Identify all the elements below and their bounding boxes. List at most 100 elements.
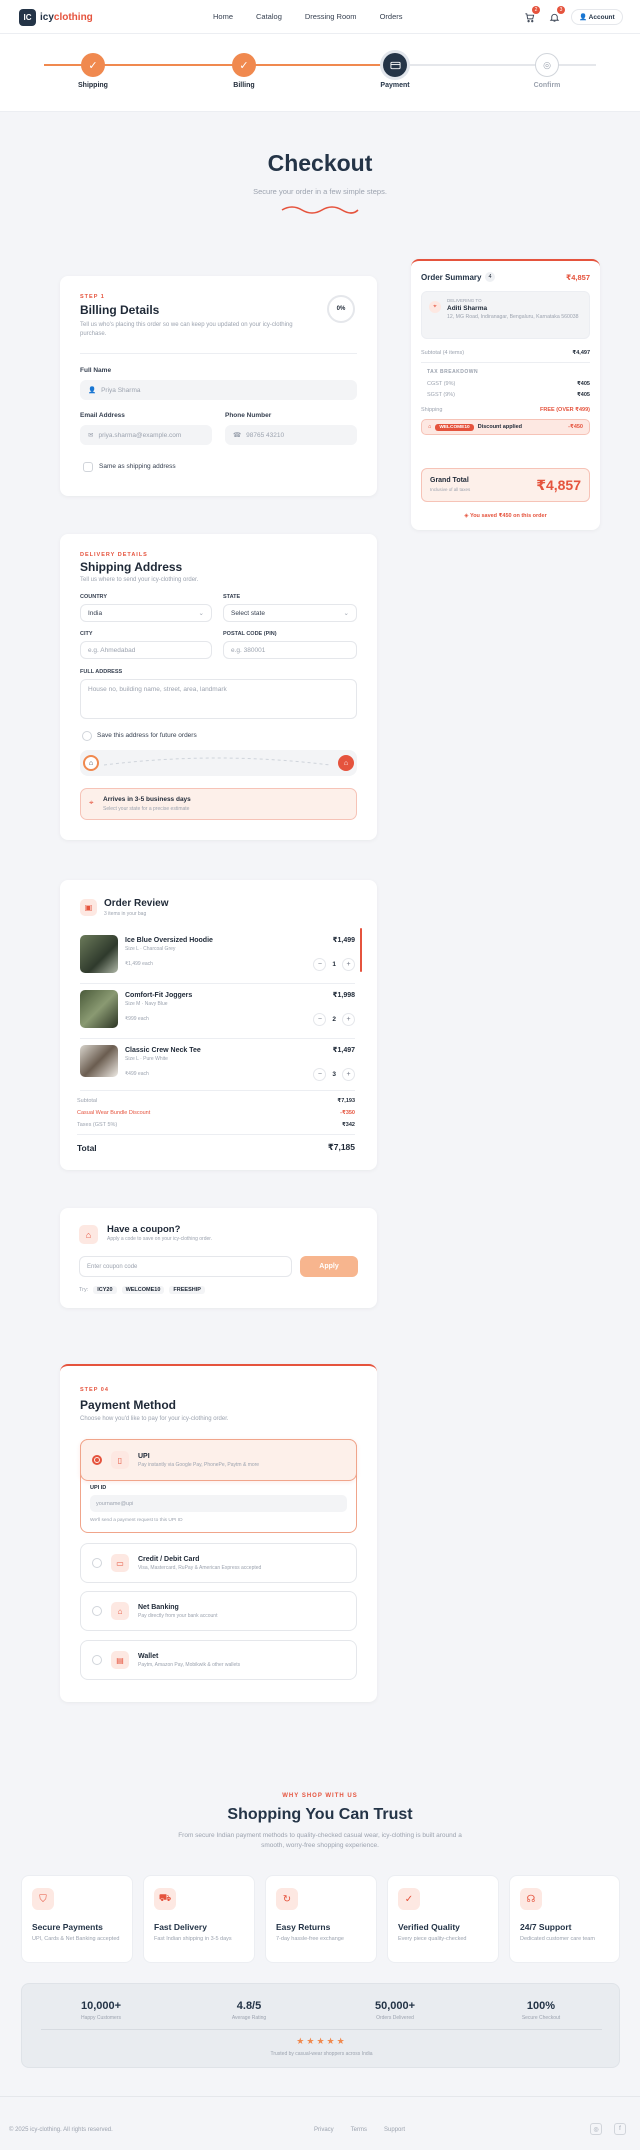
coupon-chip[interactable]: FREESHIP — [169, 1286, 205, 1294]
bundle-discount-label: Casual Wear Bundle Discount — [77, 1110, 151, 1116]
upi-option-wrapper: ▯ UPI Pay instantly via Google Pay, Phone… — [80, 1439, 357, 1533]
upi-id-input[interactable]: yourname@upi — [90, 1495, 347, 1512]
review-subtotal-row: Subtotal ₹7,193 — [77, 1098, 355, 1104]
summary-total-top: ₹4,857 — [566, 273, 590, 282]
chevron-down-icon: ⌄ — [343, 610, 349, 617]
increase-button[interactable]: + — [342, 958, 355, 971]
quantity-stepper: −2 + — [313, 1013, 355, 1026]
check-icon: ✓ — [239, 59, 249, 72]
product-image-hoodie — [80, 935, 118, 973]
check-shield-icon: ✓ — [398, 1888, 420, 1910]
footer-link-support[interactable]: Support — [384, 2127, 405, 2133]
shipping-row: Shipping FREE (OVER ₹499) — [421, 407, 590, 413]
feature-title: Easy Returns — [276, 1922, 331, 1932]
increase-button[interactable]: + — [342, 1013, 355, 1026]
coupon-chip[interactable]: ICY20 — [93, 1286, 117, 1294]
country-select[interactable]: India ⌄ — [80, 604, 212, 622]
nav-home[interactable]: Home — [213, 12, 233, 21]
divider — [80, 1038, 355, 1039]
stat-label: Average Rating — [231, 2015, 267, 2021]
email-input[interactable]: ✉ priya.sharma@example.com — [80, 425, 212, 445]
payment-option-wallet[interactable]: ▤ Wallet Paytm, Amazon Pay, Mobikwik & ot… — [80, 1640, 357, 1680]
city-input[interactable]: e.g. Ahmedabad — [80, 641, 212, 659]
review-subtitle: 3 items in your bag — [104, 911, 147, 917]
stat-label: Secure Checkout — [521, 2015, 561, 2021]
item-unit-price: ₹1,499 each — [125, 961, 153, 967]
radio-unselected[interactable] — [92, 1558, 102, 1568]
location-pin-icon: ⌖ — [89, 798, 94, 807]
brand-name: icyclothing — [40, 12, 93, 23]
cgst-row: CGST (9%) ₹405 — [427, 381, 590, 387]
coupon-input[interactable]: Enter coupon code — [79, 1256, 292, 1277]
user-icon: 👤 — [579, 14, 589, 21]
nav-orders[interactable]: Orders — [380, 12, 403, 21]
billing-card: STEP 1 Billing Details Tell us who's pla… — [60, 276, 377, 496]
step-payment-active[interactable] — [383, 53, 407, 77]
nav-dressing-room[interactable]: Dressing Room — [305, 12, 357, 21]
billing-eyebrow: STEP 1 — [80, 294, 105, 300]
stat-label: Orders Delivered — [376, 2015, 414, 2021]
decrease-button[interactable]: − — [313, 1068, 327, 1081]
billing-progress-ring: 0% — [327, 295, 355, 323]
footer-link-privacy[interactable]: Privacy — [314, 2127, 334, 2133]
item-quantity: 2 — [332, 1016, 336, 1023]
account-label: Account — [588, 14, 615, 21]
quantity-stepper: −3 + — [313, 1068, 355, 1081]
phone-placeholder: 98765 43210 — [246, 431, 285, 439]
star-icon: ★ — [326, 2036, 337, 2046]
tag-icon: ⌂ — [79, 1225, 98, 1244]
instagram-icon[interactable]: ◎ — [590, 2123, 602, 2135]
step-shipping-done[interactable]: ✓ — [81, 53, 105, 77]
logo[interactable]: IC icyclothing — [19, 9, 93, 26]
full-name-label: Full Name — [80, 367, 112, 374]
stat-label: Happy Customers — [80, 2015, 121, 2021]
step-confirm-pending[interactable]: ◎ — [535, 53, 559, 77]
apply-coupon-button[interactable]: Apply — [300, 1256, 358, 1277]
radio-selected[interactable] — [92, 1455, 102, 1465]
trust-title: Shopping You Can Trust — [227, 1806, 413, 1823]
save-address-checkbox[interactable] — [82, 731, 92, 741]
divider — [77, 1134, 355, 1135]
bag-icon: ▣ — [80, 899, 97, 916]
feature-title: Verified Quality — [398, 1922, 460, 1932]
feature-card: ✓ Verified Quality Every piece quality-c… — [387, 1875, 499, 1963]
coupon-chip[interactable]: WELCOME10 — [121, 1286, 165, 1294]
stat: 10,000+ Happy Customers — [41, 2000, 161, 2021]
header-actions: 2 3 👤 Account — [521, 6, 623, 25]
product-image-joggers — [80, 990, 118, 1028]
address-textarea[interactable]: House no, building name, street, area, l… — [80, 679, 357, 719]
item-quantity: 1 — [332, 961, 336, 968]
stat-value: 4.8/5 — [236, 2000, 262, 2012]
radio-unselected[interactable] — [92, 1655, 102, 1665]
increase-button[interactable]: + — [342, 1068, 355, 1081]
step-billing-done[interactable]: ✓ — [232, 53, 256, 77]
feature-desc: UPI, Cards & Net Banking accepted — [32, 1936, 120, 1942]
scrollbar-thumb[interactable] — [360, 928, 362, 972]
deliver-to-label: DELIVERING TO — [447, 298, 482, 303]
bell-icon[interactable]: 3 — [546, 6, 565, 25]
same-as-shipping-checkbox[interactable] — [83, 462, 93, 472]
decrease-button[interactable]: − — [313, 958, 327, 971]
summary-subtotal-label: Subtotal (4 items) — [421, 350, 465, 356]
postal-input[interactable]: e.g. 380001 — [223, 641, 357, 659]
feature-card: ⛉ Secure Payments UPI, Cards & Net Banki… — [21, 1875, 133, 1963]
payment-option-netbanking[interactable]: ⌂ Net Banking Pay directly from your bank… — [80, 1591, 357, 1631]
full-name-input[interactable]: 👤 Priya Sharma — [80, 380, 357, 400]
account-button[interactable]: 👤 Account — [571, 9, 623, 25]
payment-option-upi[interactable]: ▯ UPI Pay instantly via Google Pay, Phone… — [80, 1439, 357, 1481]
radio-unselected[interactable] — [92, 1606, 102, 1616]
payment-option-card[interactable]: ▭ Credit / Debit Card Visa, Mastercard, R… — [80, 1543, 357, 1583]
item-price: ₹1,497 — [332, 1047, 355, 1054]
state-select[interactable]: Select state ⌄ — [223, 604, 357, 622]
upi-id-label: UPI ID — [90, 1485, 107, 1491]
footer-link-terms[interactable]: Terms — [351, 2127, 367, 2133]
cart-icon[interactable]: 2 — [521, 6, 540, 25]
divider — [421, 362, 590, 363]
phone-input[interactable]: ☎ 98765 43210 — [225, 425, 357, 445]
nav-catalog[interactable]: Catalog — [256, 12, 282, 21]
trust-eyebrow: WHY SHOP WITH US — [282, 1793, 358, 1799]
facebook-icon[interactable]: f — [614, 2123, 626, 2135]
decrease-button[interactable]: − — [313, 1013, 327, 1026]
divider — [80, 983, 355, 984]
feature-desc: Fast Indian shipping in 3-5 days — [154, 1936, 232, 1942]
